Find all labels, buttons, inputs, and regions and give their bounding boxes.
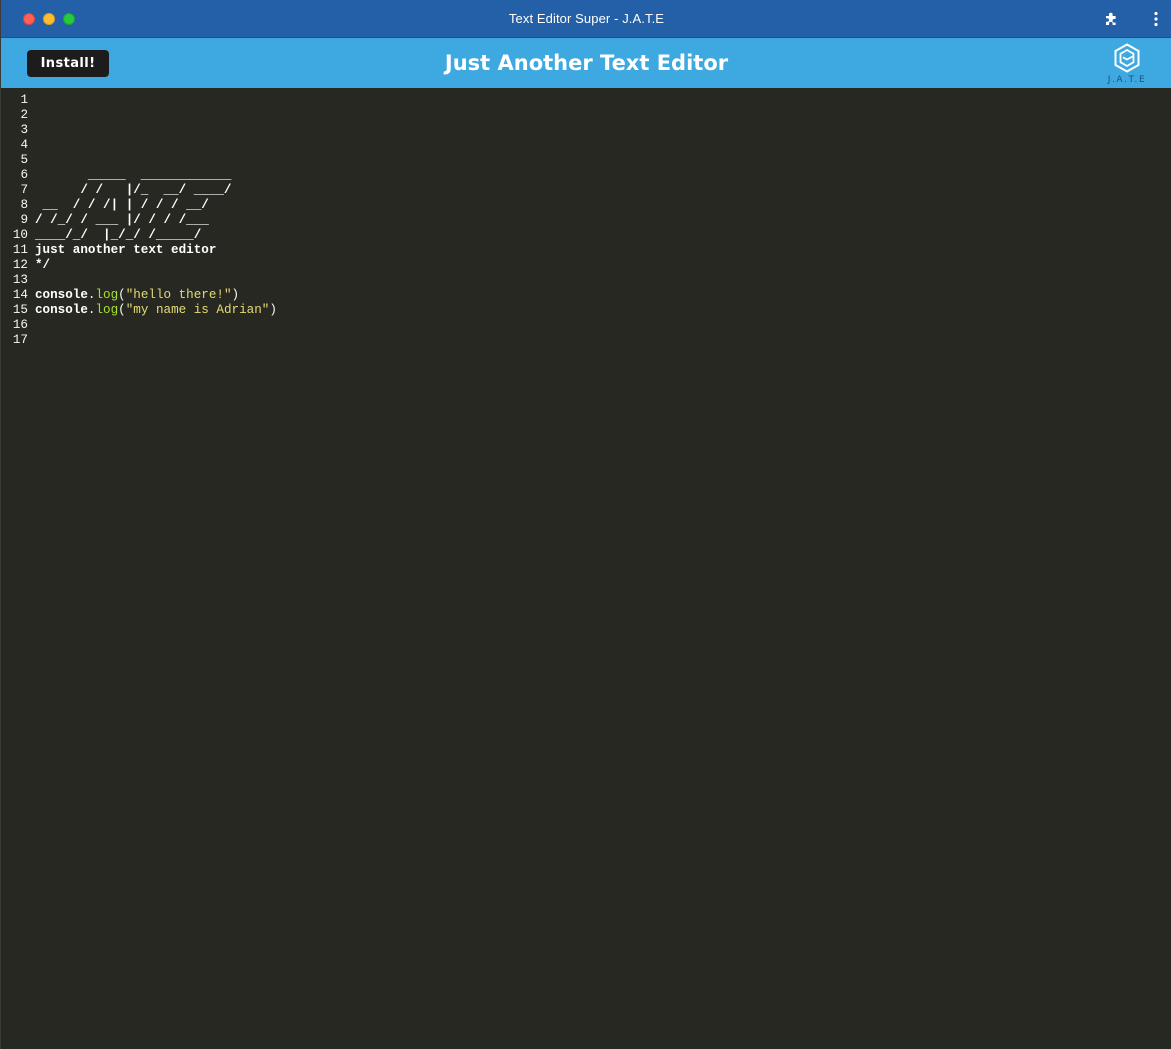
code-editor[interactable]: 123456 _____ ____________ 7 / / |/_ __/ _… [1,88,1171,1049]
code-string: "my name is Adrian" [125,303,270,317]
code-paren-open: ( [118,288,126,302]
line-number: 16 [12,318,28,332]
editor-line[interactable]: 13 [1,273,1171,288]
code-paren-close: ) [231,288,240,302]
editor-line[interactable]: 11 just another text editor [1,243,1171,258]
editor-line[interactable]: 17 [1,333,1171,348]
editor-line[interactable]: 3 [1,123,1171,138]
app-window: Text Editor Super - J.A.T.E Install! Jus… [0,0,1171,1049]
line-number: 13 [12,273,28,287]
line-number: 6 [20,168,28,182]
code-object: console [35,288,88,302]
logo-text: J.A.T.E [1107,75,1147,85]
jate-logo: J.A.T.E [1101,43,1153,87]
line-content: console.log("my name is Adrian") [35,303,277,318]
line-number: 5 [20,153,28,167]
code-string: "hello there!" [125,288,232,302]
line-number: 17 [12,333,28,347]
editor-line[interactable]: 8 __ / / /| | / / / __/ [1,198,1171,213]
code-paren-close: ) [269,303,277,317]
window-titlebar[interactable]: Text Editor Super - J.A.T.E [1,0,1171,38]
app-header: Install! Just Another Text Editor J.A.T.… [1,38,1171,88]
editor-line[interactable]: 14 console.log("hello there!") [1,288,1171,303]
window-title: Text Editor Super - J.A.T.E [508,11,665,26]
editor-line[interactable]: 10 ____/_/ |_/_/ /_____/ [1,228,1171,243]
editor-line[interactable]: 5 [1,153,1171,168]
line-content: / / |/_ __/ ____/ [35,183,232,197]
line-number: 1 [20,93,28,107]
line-number: 3 [20,123,28,137]
editor-line[interactable]: 7 / / |/_ __/ ____/ [1,183,1171,198]
line-content: _____ ____________ [35,168,232,182]
line-number: 15 [12,303,28,317]
editor-line[interactable]: 2 [1,108,1171,123]
code-paren-open: ( [118,303,126,317]
code-object: console [35,303,88,317]
editor-line[interactable]: 12 */ [1,258,1171,273]
line-number: 14 [12,288,28,302]
kebab-menu-icon[interactable] [1150,11,1162,27]
line-content: __ / / /| | / / / __/ [35,198,209,212]
editor-line[interactable]: 9 / /_/ / ___ |/ / / /___ [1,213,1171,228]
editor-line[interactable]: 15 console.log("my name is Adrian") [1,303,1171,318]
line-content: console.log("hello there!") [35,288,239,303]
hexagon-logo-icon [1114,43,1140,73]
code-method: log [95,288,119,302]
line-number: 10 [12,228,28,242]
line-content: */ [35,258,51,272]
editor-line[interactable]: 4 [1,138,1171,153]
line-content: ____/_/ |_/_/ /_____/ [35,228,202,242]
line-number: 4 [20,138,28,152]
line-content: just another text editor [35,243,217,257]
line-number: 12 [12,258,28,272]
editor-line[interactable]: 6 _____ ____________ [1,168,1171,183]
line-number: 8 [20,198,28,212]
line-content: / /_/ / ___ |/ / / /___ [35,213,209,227]
page-title: Just Another Text Editor [444,51,729,75]
puzzle-icon[interactable] [1104,11,1120,27]
line-number: 2 [20,108,28,122]
editor-line[interactable]: 1 [1,93,1171,108]
line-number: 7 [20,183,28,197]
line-number: 9 [20,213,28,227]
editor-line[interactable]: 16 [1,318,1171,333]
line-number: 11 [12,243,28,257]
code-method: log [95,303,119,317]
